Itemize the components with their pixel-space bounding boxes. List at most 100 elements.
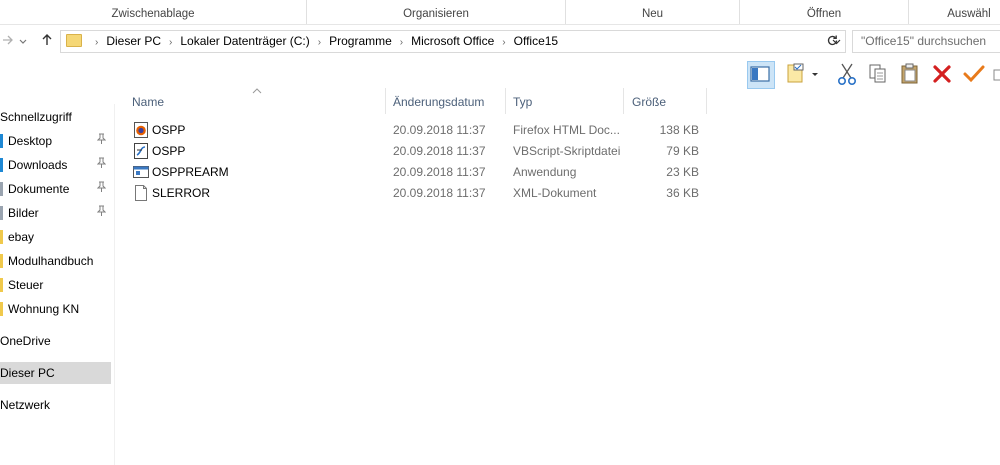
file-type: Anwendung — [513, 165, 577, 179]
pictures-folder-icon — [0, 206, 3, 220]
refresh-icon — [827, 35, 837, 46]
nav-label: ebay — [8, 230, 35, 244]
documents-folder-icon — [0, 182, 3, 196]
file-type: Firefox HTML Doc... — [513, 123, 620, 137]
nav-network[interactable]: Netzwerk — [0, 394, 112, 416]
file-size: 138 KB — [659, 123, 699, 137]
cut-icon — [838, 63, 857, 85]
file-date: 20.09.2018 11:37 — [393, 123, 486, 137]
properties-button[interactable] — [784, 61, 810, 87]
nav-item-modulhandbuch[interactable]: Modulhandbuch — [0, 250, 112, 272]
delete-button[interactable] — [929, 61, 955, 87]
ribbon-group-new: Neu — [566, 0, 740, 24]
nav-label: Modulhandbuch — [8, 254, 94, 268]
rename-button[interactable] — [961, 61, 987, 87]
breadcrumb-microsoft-office[interactable]: Microsoft Office — [411, 31, 494, 52]
file-type: VBScript-Skriptdatei — [513, 144, 621, 158]
nav-onedrive[interactable]: OneDrive — [0, 330, 112, 352]
nav-item-ebay[interactable]: ebay — [0, 226, 112, 248]
address-bar[interactable]: › Dieser PC › Lokaler Datenträger (C:) › Prog… — [60, 30, 846, 53]
column-label: Größe — [632, 95, 667, 109]
breadcrumb-this-pc[interactable]: Dieser PC — [106, 31, 161, 52]
file-row[interactable]: SLERROR 20.09.2018 11:37 XML-Dokument 36… — [128, 183, 708, 204]
ribbon-group-open: Öffnen — [740, 0, 909, 24]
nav-label: Downloads — [8, 158, 68, 172]
nav-item-pictures[interactable]: Bilder — [0, 202, 112, 224]
file-name: OSPP — [152, 123, 186, 137]
copy-icon — [869, 64, 886, 83]
file-size: 36 KB — [666, 186, 699, 200]
ribbon-group-label: Neu — [641, 8, 664, 20]
file-row[interactable]: OSPPREARM 20.09.2018 11:37 Anwendung 23 … — [128, 162, 708, 183]
xml-document-icon — [135, 185, 147, 201]
paste-button[interactable] — [897, 61, 923, 87]
pin-icon[interactable] — [96, 178, 107, 200]
breadcrumb-separator-icon: › — [169, 37, 173, 48]
up-arrow-icon — [42, 34, 52, 45]
firefox-html-icon — [134, 122, 148, 138]
toolbar-overflow[interactable] — [993, 61, 1000, 87]
vbscript-icon — [134, 143, 148, 159]
forward-button[interactable] — [0, 31, 16, 49]
file-date: 20.09.2018 11:37 — [393, 144, 486, 158]
nav-label: Bilder — [8, 206, 39, 220]
search-input[interactable] — [853, 31, 1000, 50]
pin-icon[interactable] — [96, 202, 107, 224]
nav-label: Wohnung KN — [8, 302, 80, 316]
nav-label: Steuer — [8, 278, 44, 292]
column-label: Typ — [513, 95, 533, 109]
desktop-folder-icon — [0, 134, 3, 148]
file-list: Name Änderungsdatum Typ Größe OSPP 20.09… — [124, 88, 1000, 465]
breadcrumb-office15[interactable]: Office15 — [514, 31, 558, 52]
properties-dropdown[interactable] — [810, 61, 824, 87]
file-name: OSPP — [152, 144, 186, 158]
column-label: Änderungsdatum — [393, 95, 485, 109]
nav-item-downloads[interactable]: Downloads — [0, 154, 112, 176]
pin-icon[interactable] — [96, 154, 107, 176]
nav-item-documents[interactable]: Dokumente — [0, 178, 112, 200]
column-header-size[interactable]: Größe — [624, 88, 707, 114]
file-size: 23 KB — [666, 165, 699, 179]
refresh-button[interactable] — [822, 30, 842, 51]
cut-button[interactable] — [834, 61, 860, 87]
folder-icon — [0, 278, 3, 292]
quick-toolbar — [740, 58, 1000, 89]
column-header-name[interactable]: Name — [124, 88, 386, 114]
navigation-pane: Schnellzugriff Desktop Downloads Dokumen… — [0, 104, 115, 465]
column-label: Name — [132, 95, 165, 109]
up-button[interactable] — [39, 31, 55, 49]
delete-icon — [933, 65, 951, 83]
nav-item-desktop[interactable]: Desktop — [0, 130, 112, 152]
ribbon-group-label: Zwischenablage — [111, 8, 195, 20]
ribbon-group-select: Auswähl — [909, 0, 1000, 24]
file-type: XML-Dokument — [513, 186, 597, 200]
file-size: 79 KB — [666, 144, 699, 158]
folder-icon — [0, 302, 3, 316]
nav-label: Desktop — [8, 134, 53, 148]
ribbon-group-label: Auswähl — [947, 8, 991, 20]
nav-item-steuer[interactable]: Steuer — [0, 274, 112, 296]
breadcrumb-local-disk[interactable]: Lokaler Datenträger (C:) — [180, 31, 309, 52]
breadcrumb-programme[interactable]: Programme — [329, 31, 392, 52]
ribbon-group-organize: Organisieren — [307, 0, 566, 24]
file-row[interactable]: OSPP 20.09.2018 11:37 VBScript-Skriptdat… — [128, 141, 708, 162]
column-header-type[interactable]: Typ — [506, 88, 624, 114]
nav-item-wohnung-kn[interactable]: Wohnung KN — [0, 298, 112, 320]
file-name: SLERROR — [152, 186, 211, 200]
recent-locations-button[interactable] — [18, 31, 28, 49]
preview-pane-button[interactable] — [747, 61, 775, 89]
folder-icon — [0, 254, 3, 268]
copy-button[interactable] — [865, 61, 891, 87]
breadcrumb-separator-icon: › — [95, 37, 99, 48]
column-header-date[interactable]: Änderungsdatum — [386, 88, 506, 114]
search-box[interactable] — [852, 30, 1000, 53]
file-date: 20.09.2018 11:37 — [393, 165, 486, 179]
nav-quick-access[interactable]: Schnellzugriff — [0, 106, 112, 128]
application-icon — [133, 166, 149, 178]
pin-icon[interactable] — [96, 130, 107, 152]
paste-icon — [901, 63, 918, 84]
file-row[interactable]: OSPP 20.09.2018 11:37 Firefox HTML Doc..… — [128, 120, 708, 141]
breadcrumb-separator-icon: › — [399, 37, 404, 48]
new-folder-icon — [993, 69, 1000, 81]
nav-this-pc[interactable]: Dieser PC — [0, 362, 111, 384]
